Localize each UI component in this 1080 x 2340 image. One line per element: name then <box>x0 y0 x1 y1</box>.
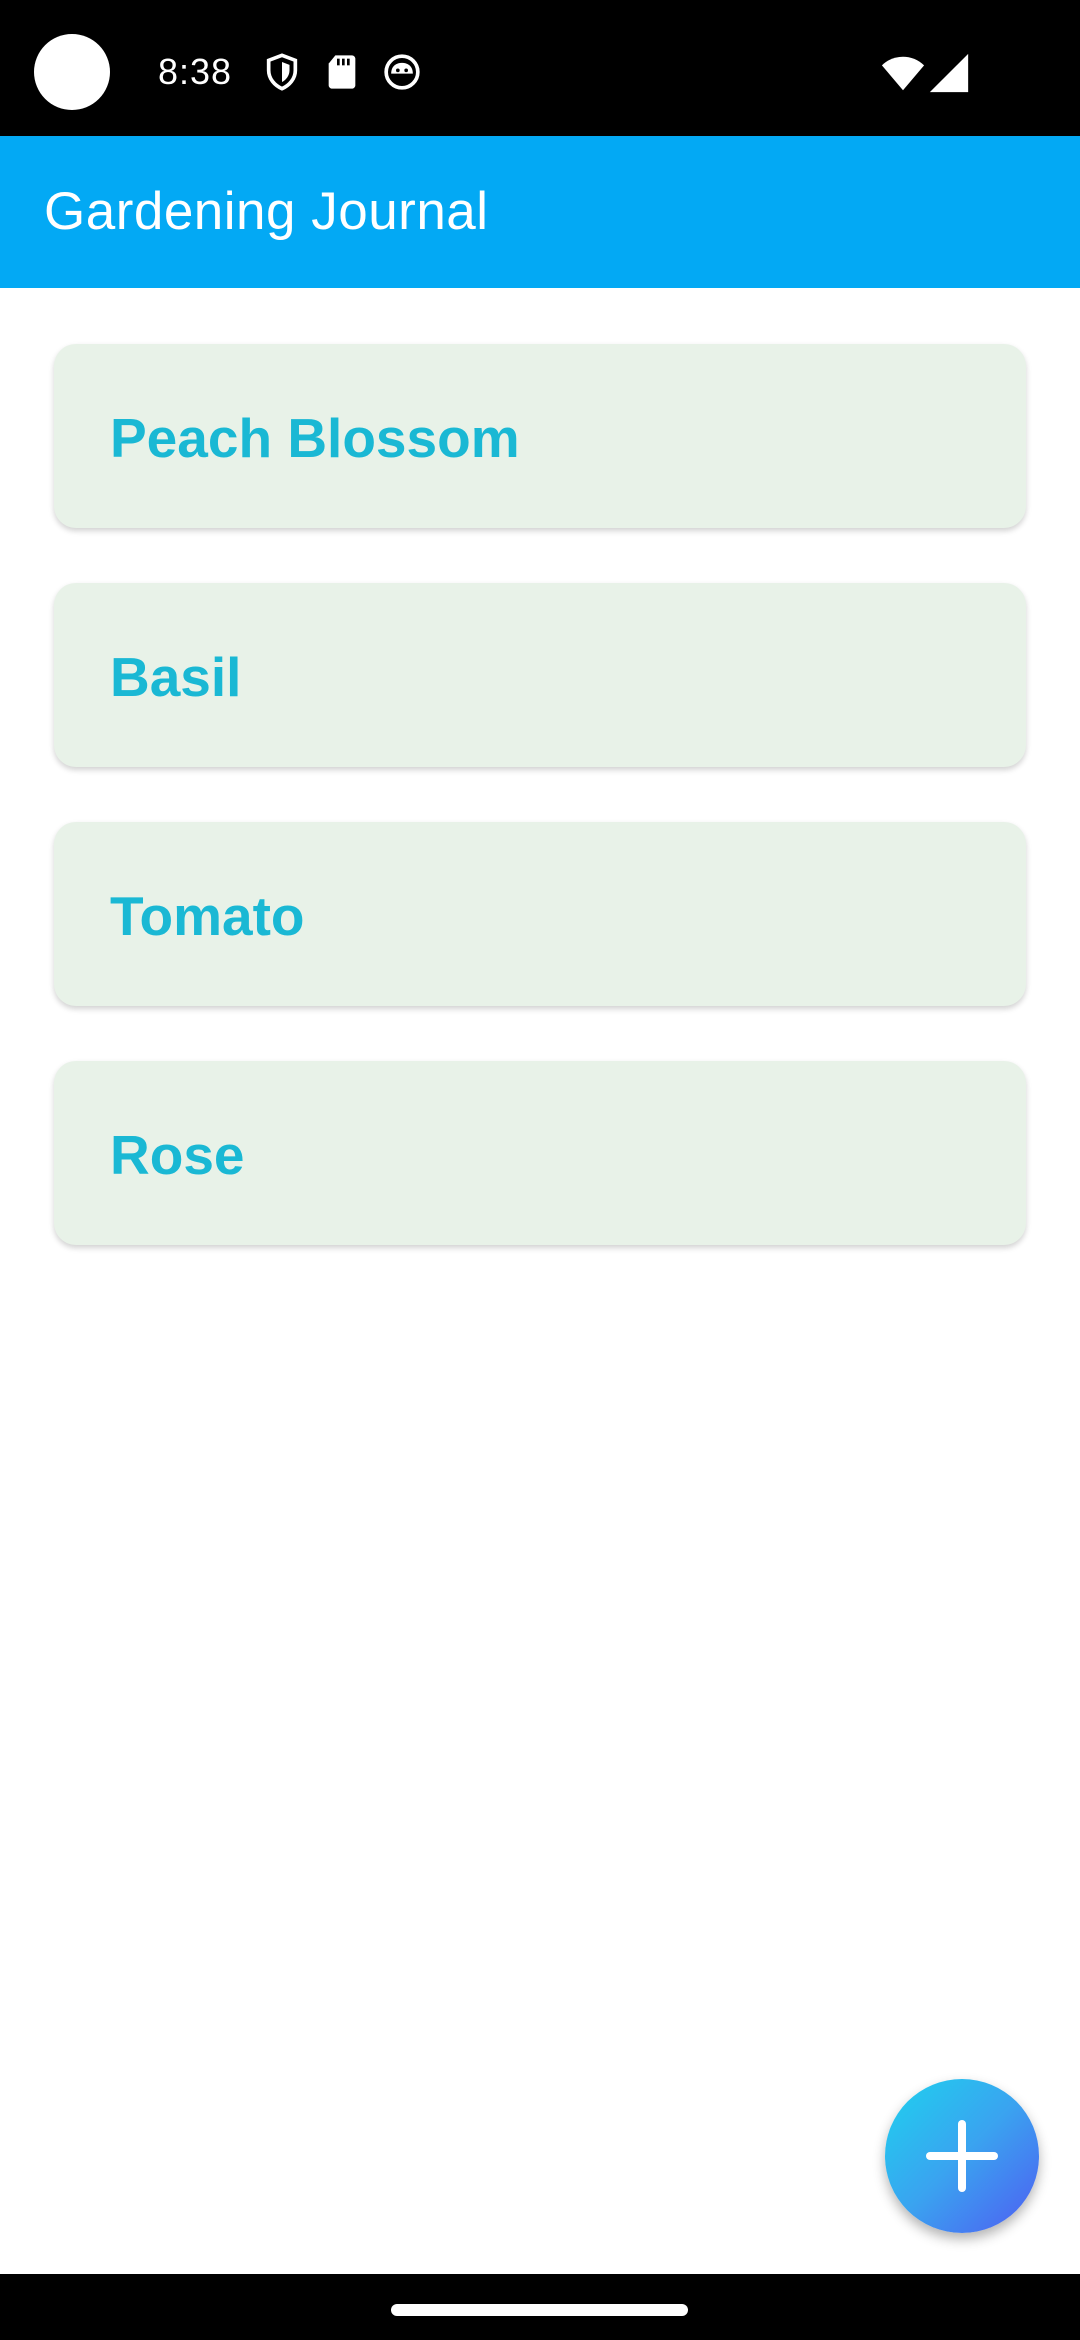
plus-icon <box>926 2120 998 2192</box>
signal-icon <box>926 50 972 96</box>
add-plant-button[interactable] <box>885 2079 1039 2233</box>
wifi-icon <box>880 50 926 96</box>
plant-list: Peach Blossom Basil Tomato Rose <box>0 288 1080 2274</box>
screen: 8:38 Gardening Journal Peach Blossom Bas… <box>0 0 1080 2340</box>
camera-cutout <box>34 34 110 110</box>
shield-icon <box>262 52 302 92</box>
plant-card-tomato[interactable]: Tomato <box>54 822 1026 1006</box>
status-bar: 8:38 <box>0 0 1080 136</box>
navigation-bar <box>0 2274 1080 2340</box>
plant-card-rose[interactable]: Rose <box>54 1061 1026 1245</box>
app-bar: Gardening Journal <box>0 136 1080 288</box>
plant-card-peach-blossom[interactable]: Peach Blossom <box>54 344 1026 528</box>
home-gesture-handle[interactable] <box>391 2304 688 2316</box>
plant-name: Tomato <box>110 885 305 947</box>
status-time: 8:38 <box>158 51 233 92</box>
plant-card-basil[interactable]: Basil <box>54 583 1026 767</box>
sd-card-icon <box>322 52 362 92</box>
plant-name: Peach Blossom <box>110 407 520 469</box>
plant-name: Basil <box>110 646 242 708</box>
face-icon <box>382 52 422 92</box>
app-title: Gardening Journal <box>44 182 489 241</box>
plant-name: Rose <box>110 1124 245 1186</box>
